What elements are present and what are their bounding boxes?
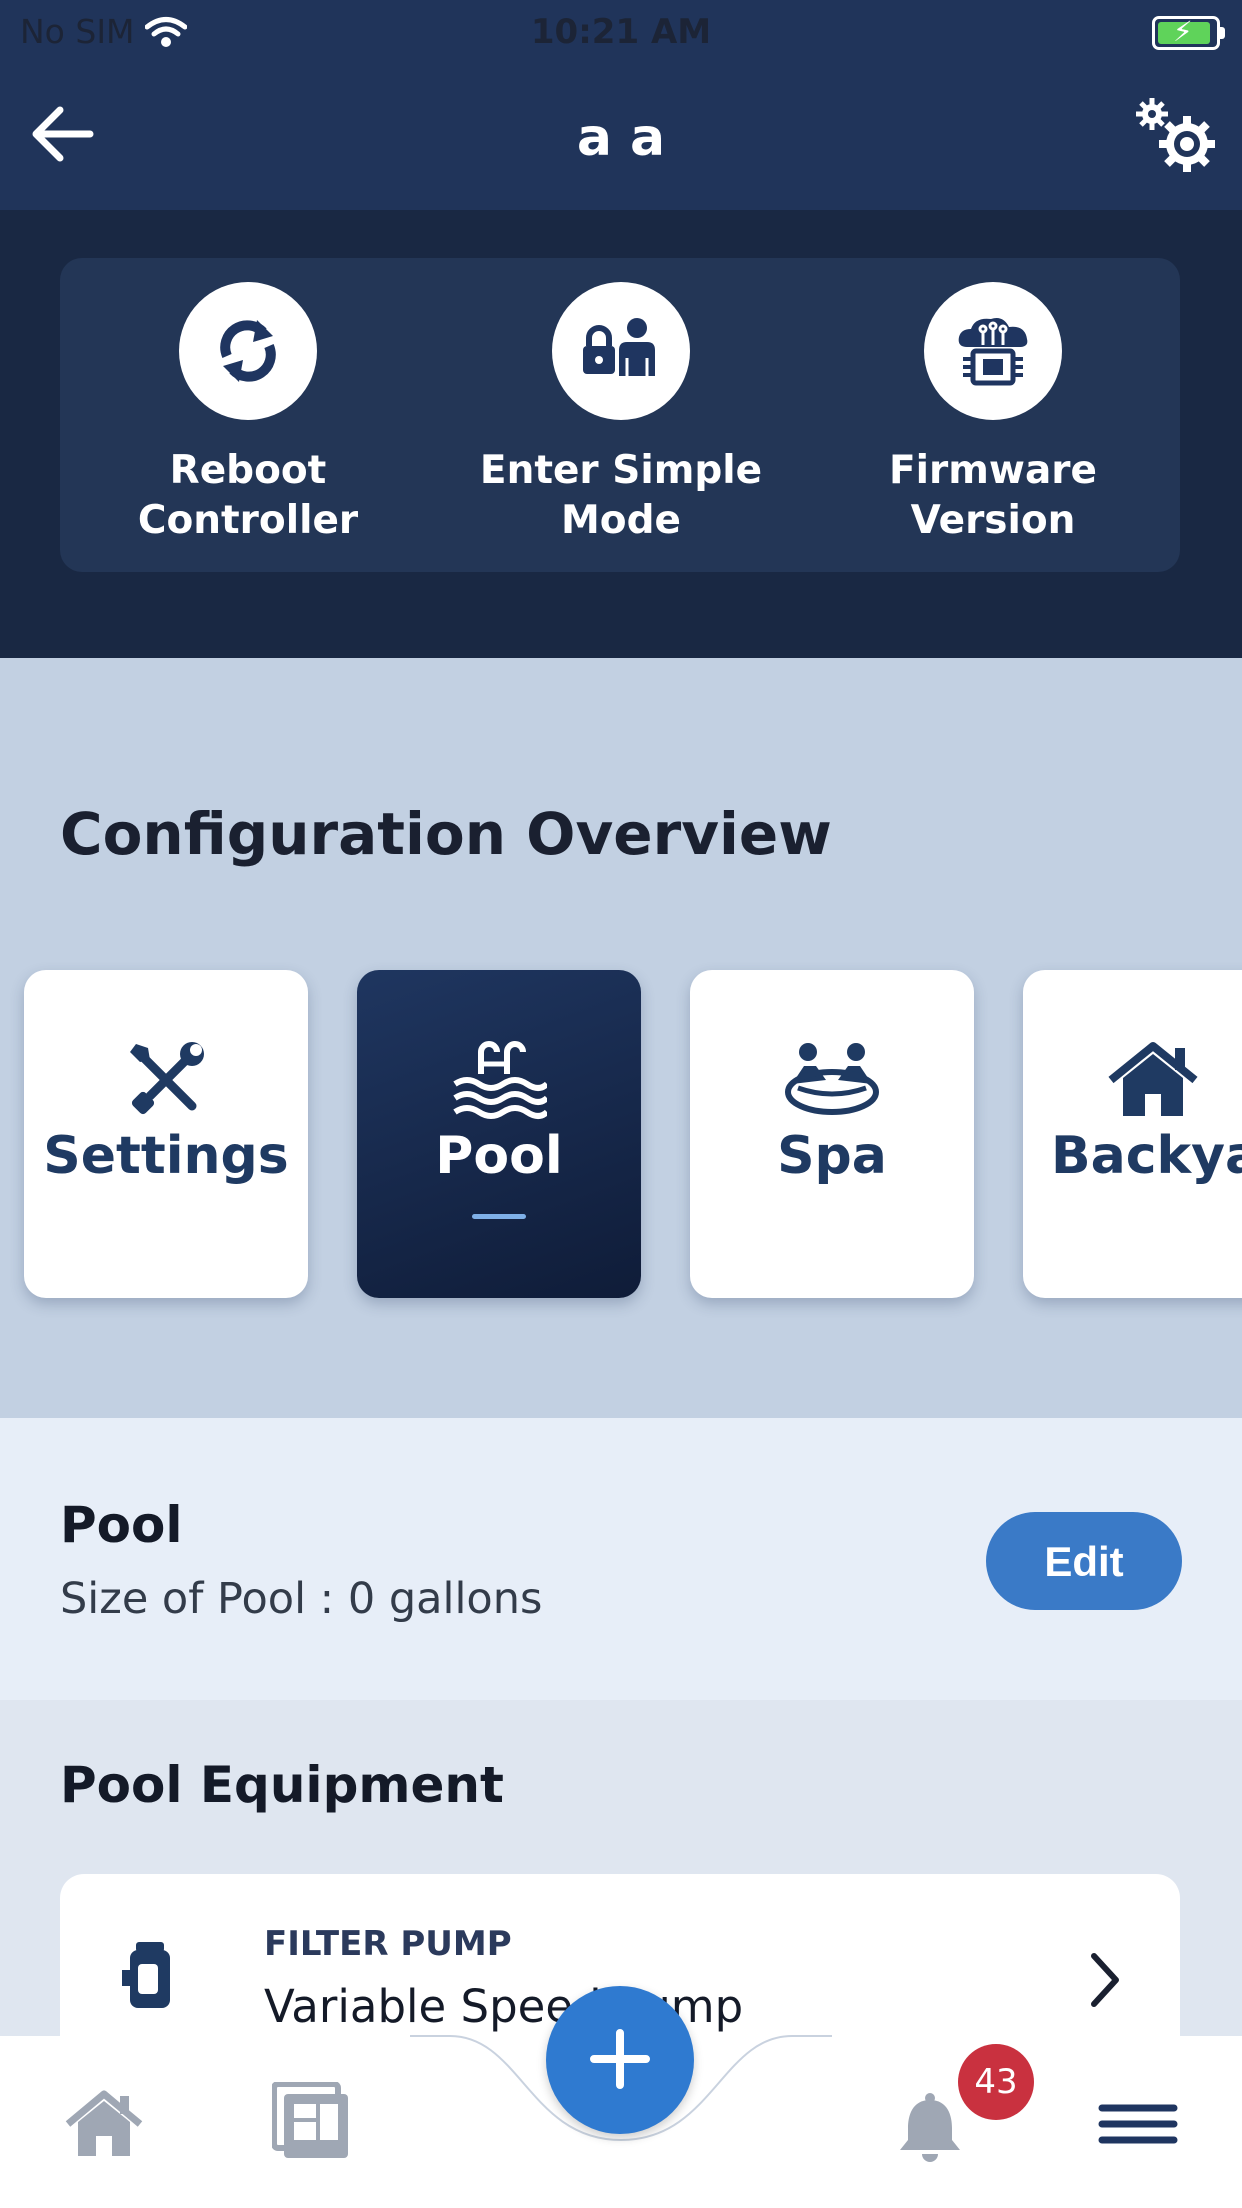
enter-simple-mode-button[interactable]: Enter Simple Mode [476,282,766,546]
pool-size: Size of Pool : 0 gallons [60,1574,543,1624]
category-pool[interactable]: Pool [357,970,641,1298]
category-label: Backyard [1051,1126,1242,1186]
dashboard-icon [271,2081,348,2158]
plus-icon [590,2028,650,2089]
add-button[interactable] [546,1986,694,2134]
qa-label: Firmware Version [889,448,1097,543]
section-title: Configuration Overview [60,800,832,868]
category-label: Pool [435,1126,563,1186]
lock-user-icon [552,282,690,420]
category-settings[interactable]: Settings [24,970,308,1298]
active-indicator [472,1214,526,1219]
bell-icon [900,2093,960,2162]
tools-icon [24,1040,308,1120]
house-icon [1023,1040,1242,1120]
tab-menu[interactable] [1098,2104,1178,2148]
category-label: Settings [43,1126,289,1186]
hamburger-menu-icon [1098,2104,1178,2144]
spa-icon [690,1040,974,1120]
pool-icon [357,1040,641,1120]
status-time: 10:21 AM [530,12,712,52]
category-spa[interactable]: Spa [690,970,974,1298]
firmware-version-button[interactable]: Firmware Version [848,282,1138,546]
filter-pump-icon [122,1940,178,2016]
tab-home[interactable] [64,2088,144,2162]
reboot-controller-button[interactable]: Reboot Controller [103,282,393,546]
sync-icon [179,282,317,420]
qa-label: Enter Simple Mode [479,448,763,543]
equipment-type: FILTER PUMP [264,1924,512,1964]
section-title: Pool Equipment [60,1756,504,1814]
gear-icon [1136,98,1215,172]
edit-button[interactable]: Edit [986,1512,1182,1610]
cloud-chip-icon [924,282,1062,420]
category-backyard[interactable]: Backyard [1023,970,1242,1298]
home-icon [65,2090,143,2156]
tab-notifications[interactable] [898,2092,962,2168]
settings-button[interactable] [1132,94,1224,186]
tab-dashboard[interactable] [271,2081,352,2166]
notification-badge: 43 [958,2044,1034,2120]
chevron-right-icon [1088,1950,1122,2014]
battery-icon: ⚡ [1152,15,1225,50]
qa-label: Reboot Controller [137,448,359,543]
category-label: Spa [777,1126,887,1186]
page-title: a a [576,108,666,168]
pool-title: Pool [60,1496,183,1554]
